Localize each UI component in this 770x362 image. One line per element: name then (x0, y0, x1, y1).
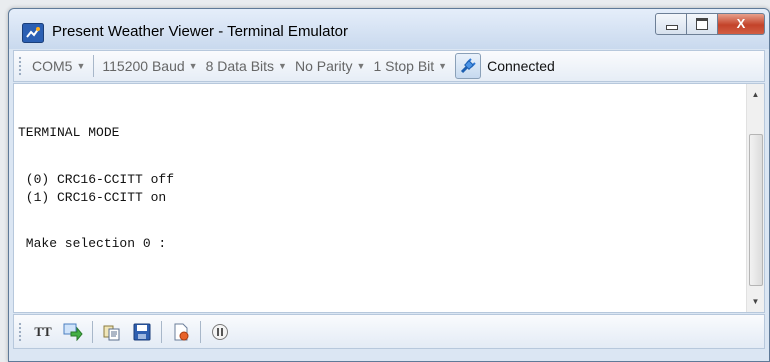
connect-button[interactable] (455, 53, 482, 79)
terminal-line: TERMINAL MODE (18, 125, 120, 140)
toolbar-separator (161, 320, 162, 343)
terminal-line: (0) CRC16-CCITT off (18, 172, 175, 187)
chevron-down-icon: ▼ (356, 61, 366, 71)
save-button[interactable] (130, 320, 154, 344)
data-bits-value: 8 Data Bits (205, 58, 275, 74)
copy-icon (103, 325, 120, 340)
close-button[interactable]: X (718, 13, 765, 35)
terminal-line: (1) CRC16-CCITT on (18, 190, 167, 205)
scroll-down-icon[interactable]: ▼ (747, 293, 764, 310)
chevron-down-icon: ▼ (188, 61, 198, 71)
close-icon: X (736, 16, 746, 31)
toolbar-separator (92, 320, 93, 343)
chevron-down-icon: ▼ (438, 61, 448, 71)
maximize-icon (696, 18, 708, 30)
connection-status: Connected (487, 58, 555, 74)
send-button[interactable] (61, 320, 85, 344)
terminal-emulator-window: Present Weather Viewer - Terminal Emulat… (8, 8, 770, 362)
clear-icon (174, 323, 189, 340)
terminal-output[interactable]: TERMINAL MODE (0) CRC16-CCITT off (1) CR… (13, 83, 765, 313)
toolbar-separator (200, 320, 201, 343)
data-bits-dropdown[interactable]: 8 Data Bits ▼ (202, 58, 291, 74)
terminal-line: Make selection 0 : (18, 236, 167, 251)
pause-icon (212, 323, 228, 340)
caption-buttons: X (655, 13, 765, 35)
baud-dropdown[interactable]: 115200 Baud ▼ (98, 58, 201, 74)
parity-dropdown[interactable]: No Parity ▼ (291, 58, 370, 74)
toolbar-grip[interactable] (18, 321, 22, 342)
chevron-down-icon: ▼ (278, 61, 287, 71)
connection-toolbar: COM5 ▼ 115200 Baud ▼ 8 Data Bits ▼ No Pa… (13, 50, 765, 82)
baud-value: 115200 Baud (102, 58, 185, 74)
maximize-button[interactable] (687, 13, 718, 35)
minimize-button[interactable] (655, 13, 687, 35)
vertical-scrollbar[interactable]: ▲ ▼ (746, 84, 764, 312)
parity-value: No Parity (294, 58, 353, 74)
port-dropdown[interactable]: COM5 ▼ (28, 58, 89, 74)
send-icon (63, 323, 83, 341)
save-icon (133, 323, 151, 340)
plug-icon (461, 58, 476, 74)
toolbar-separator (93, 55, 95, 77)
scroll-up-icon[interactable]: ▲ (747, 86, 764, 103)
stop-bits-dropdown[interactable]: 1 Stop Bit ▼ (369, 58, 451, 74)
bottom-toolbar: TT (13, 314, 765, 349)
window-title: Present Weather Viewer - Terminal Emulat… (52, 23, 348, 40)
chevron-down-icon: ▼ (76, 61, 86, 71)
port-value: COM5 (32, 58, 73, 74)
scrollbar-thumb[interactable] (749, 134, 763, 286)
toolbar-grip[interactable] (18, 56, 22, 76)
minimize-icon (666, 25, 678, 30)
text-mode-icon: TT (34, 323, 52, 339)
title-bar[interactable]: Present Weather Viewer - Terminal Emulat… (9, 9, 769, 49)
clear-button[interactable] (169, 320, 193, 344)
text-mode-button[interactable]: TT (31, 320, 55, 344)
copy-button[interactable] (100, 320, 124, 344)
pause-button[interactable] (208, 320, 232, 344)
stop-bits-value: 1 Stop Bit (373, 58, 435, 74)
app-icon (22, 23, 44, 43)
